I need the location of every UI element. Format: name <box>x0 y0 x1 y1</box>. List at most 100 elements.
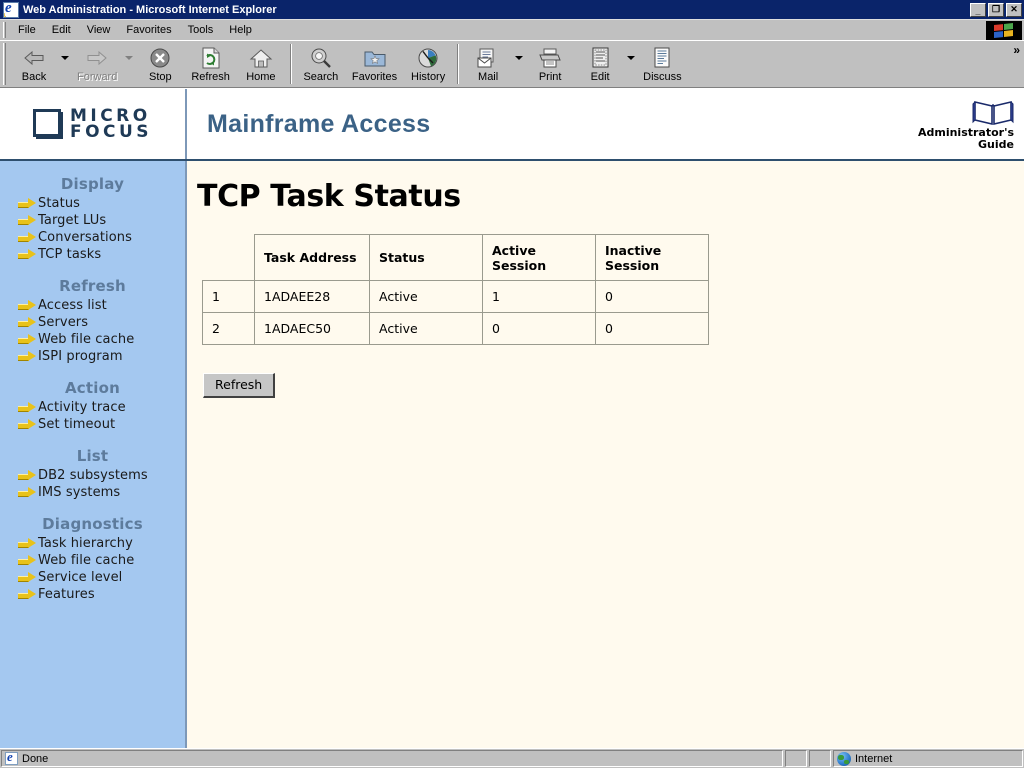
sidebar-item-label: DB2 subsystems <box>38 468 148 483</box>
sidebar-item-servers[interactable]: Servers <box>0 314 185 331</box>
table-row: 1 1ADAEE28 Active 1 0 <box>203 281 709 313</box>
toolbar-discuss-button[interactable]: Discuss <box>637 41 688 87</box>
stop-icon <box>148 46 172 70</box>
status-message: Done <box>22 753 48 765</box>
toolbar-discuss-label: Discuss <box>643 71 682 83</box>
sidebar-item-ispi-program[interactable]: ISPI program <box>0 348 185 365</box>
globe-icon <box>837 752 851 766</box>
nav-group-list: List DB2 subsystems IMS systems <box>0 445 185 501</box>
discuss-icon <box>650 46 674 70</box>
arrow-bullet-icon <box>18 216 36 225</box>
sidebar-item-tcp-tasks[interactable]: TCP tasks <box>0 246 185 263</box>
menu-item-edit[interactable]: Edit <box>44 22 79 38</box>
arrow-bullet-icon <box>18 539 36 548</box>
column-header-active-session-text: Active Session <box>492 243 572 273</box>
toolbar-separator <box>290 44 292 84</box>
arrow-bullet-icon <box>18 301 36 310</box>
toolbar-search-button[interactable]: Search <box>296 41 346 87</box>
maximize-button[interactable]: ❐ <box>988 3 1004 17</box>
nav-heading-refresh: Refresh <box>0 275 185 297</box>
toolbar-mail-button[interactable]: Mail <box>463 41 513 87</box>
arrow-bullet-icon <box>18 233 36 242</box>
sidebar-item-ims-systems[interactable]: IMS systems <box>0 484 185 501</box>
nav-group-display: Display Status Target LUs Conversations <box>0 173 185 263</box>
nav-group-diagnostics: Diagnostics Task hierarchy Web file cach… <box>0 513 185 603</box>
toolbar-overflow-chevron-icon[interactable]: » <box>1013 43 1020 57</box>
table-body: 1 1ADAEE28 Active 1 0 2 1ADAEC50 Active … <box>203 281 709 345</box>
column-header-index <box>203 235 255 281</box>
column-header-inactive-session: Inactive Session <box>596 235 709 281</box>
arrow-bullet-icon <box>18 199 36 208</box>
menu-item-tools[interactable]: Tools <box>180 22 222 38</box>
toolbar-print-button[interactable]: Print <box>525 41 575 87</box>
micro-focus-logo: MICRO FOCUS <box>0 89 187 159</box>
toolbar-back-label: Back <box>22 71 46 83</box>
menu-bar-grip[interactable] <box>3 22 6 38</box>
mail-dropdown-button[interactable] <box>513 41 525 87</box>
security-zone-panel[interactable]: Internet <box>833 750 1023 767</box>
sidebar-item-label: Features <box>38 587 95 602</box>
toolbar-home-label: Home <box>246 71 275 83</box>
back-dropdown-button[interactable] <box>59 41 71 87</box>
main-content: TCP Task Status Task Address Status Acti… <box>187 161 1024 748</box>
edit-page-icon <box>588 46 612 70</box>
arrow-bullet-icon <box>18 573 36 582</box>
status-message-panel: Done <box>1 750 783 767</box>
sidebar-item-web-file-cache-diag[interactable]: Web file cache <box>0 552 185 569</box>
nav-heading-display: Display <box>0 173 185 195</box>
column-header-task-address: Task Address <box>255 235 370 281</box>
cell-inactive-session: 0 <box>596 313 709 345</box>
minimize-icon: _ <box>975 6 980 16</box>
arrow-bullet-icon <box>18 250 36 259</box>
sidebar-item-activity-trace[interactable]: Activity trace <box>0 399 185 416</box>
minimize-button[interactable]: _ <box>970 3 986 17</box>
printer-icon <box>538 46 562 70</box>
toolbar-search-label: Search <box>303 71 338 83</box>
toolbar-history-button[interactable]: History <box>403 41 453 87</box>
toolbar-refresh-button[interactable]: Refresh <box>185 41 236 87</box>
cell-active-session: 0 <box>483 313 596 345</box>
sidebar-item-set-timeout[interactable]: Set timeout <box>0 416 185 433</box>
sidebar-item-service-level[interactable]: Service level <box>0 569 185 586</box>
nav-group-action: Action Activity trace Set timeout <box>0 377 185 433</box>
sidebar-item-status[interactable]: Status <box>0 195 185 212</box>
browser-toolbar: Back Forward Stop Refresh Home <box>0 40 1024 88</box>
toolbar-stop-button[interactable]: Stop <box>135 41 185 87</box>
micro-focus-square-icon <box>33 109 63 139</box>
toolbar-home-button[interactable]: Home <box>236 41 286 87</box>
sidebar-item-conversations[interactable]: Conversations <box>0 229 185 246</box>
book-icon <box>972 98 1014 126</box>
edit-dropdown-button[interactable] <box>625 41 637 87</box>
toolbar-forward-button[interactable]: Forward <box>71 41 123 87</box>
refresh-button[interactable]: Refresh <box>203 373 275 398</box>
toolbar-edit-button[interactable]: Edit <box>575 41 625 87</box>
sidebar-item-access-list[interactable]: Access list <box>0 297 185 314</box>
column-header-status: Status <box>370 235 483 281</box>
toolbar-grip[interactable] <box>3 43 6 85</box>
arrow-bullet-icon <box>18 352 36 361</box>
close-icon: ✕ <box>1010 4 1018 14</box>
menu-item-view[interactable]: View <box>79 22 119 38</box>
toolbar-back-button[interactable]: Back <box>9 41 59 87</box>
close-button[interactable]: ✕ <box>1006 3 1022 17</box>
toolbar-refresh-label: Refresh <box>191 71 230 83</box>
administrators-guide-link[interactable]: Administrator's Guide <box>914 89 1024 159</box>
sidebar-item-features[interactable]: Features <box>0 586 185 603</box>
sidebar-item-label: Servers <box>38 315 88 330</box>
sidebar-item-label: Activity trace <box>38 400 126 415</box>
toolbar-favorites-button[interactable]: Favorites <box>346 41 403 87</box>
menu-item-file[interactable]: File <box>10 22 44 38</box>
sidebar-item-db2-subsystems[interactable]: DB2 subsystems <box>0 467 185 484</box>
nav-heading-diagnostics: Diagnostics <box>0 513 185 535</box>
arrow-bullet-icon <box>18 488 36 497</box>
menu-item-favorites[interactable]: Favorites <box>118 22 179 38</box>
arrow-bullet-icon <box>18 590 36 599</box>
sidebar-item-task-hierarchy[interactable]: Task hierarchy <box>0 535 185 552</box>
forward-dropdown-button[interactable] <box>123 41 135 87</box>
menu-item-help[interactable]: Help <box>221 22 260 38</box>
security-zone-label: Internet <box>855 753 892 765</box>
sidebar-item-target-lus[interactable]: Target LUs <box>0 212 185 229</box>
sidebar-item-web-file-cache-refresh[interactable]: Web file cache <box>0 331 185 348</box>
arrow-bullet-icon <box>18 420 36 429</box>
status-bar: Done Internet <box>0 748 1024 768</box>
